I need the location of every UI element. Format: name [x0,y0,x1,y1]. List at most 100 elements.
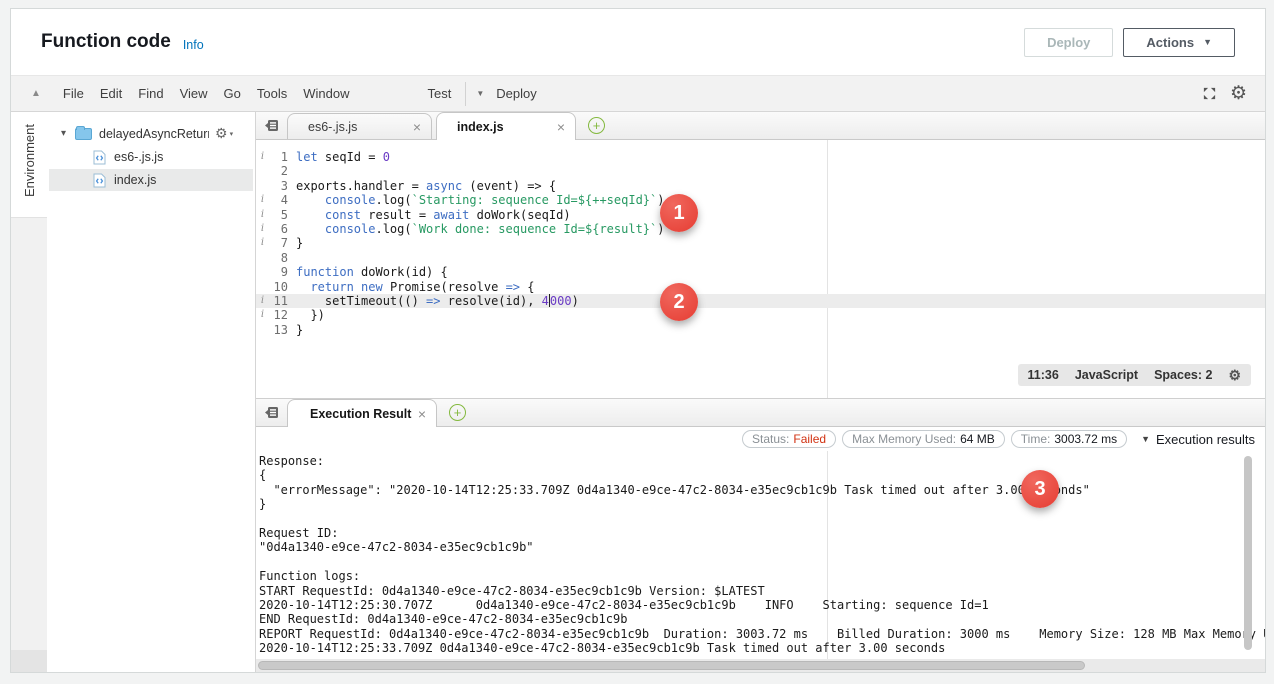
gutter-cell: 9 [256,265,296,279]
panel-toggle[interactable] [11,650,47,672]
code-token [296,280,310,294]
test-dropdown-icon[interactable]: ▼ [472,89,488,98]
menu-item-tools[interactable]: Tools [249,86,295,101]
vertical-scrollbar[interactable] [1244,456,1252,650]
line-number: 12 [269,308,288,322]
menu-item-deploy[interactable]: Deploy [488,86,544,101]
close-tab-icon[interactable]: × [418,406,426,422]
settings-gear-icon[interactable]: ⚙ [1230,84,1247,103]
editor-status-bar: 11:36 JavaScript Spaces: 2 ⚙ [1018,364,1251,386]
close-tab-icon[interactable]: × [413,119,421,135]
actions-button[interactable]: Actions ▼ [1123,28,1235,57]
console-line: 2020-10-14T12:25:33.709Z 0d4a1340-e9ce-4… [259,641,1265,655]
execution-results-label: Execution results [1156,432,1255,447]
code-text: return new Promise(resolve => { [296,280,534,294]
output-section: Execution Result × + Status:FailedMax Me… [256,398,1265,672]
gutter-cell: 10 [256,280,296,294]
menu-right-icons: ⚙ [1202,84,1247,103]
collapse-editor-icon[interactable]: ▲ [31,88,41,99]
code-line-7: i7} [256,236,1265,250]
horizontal-scrollbar-thumb[interactable] [258,661,1085,670]
execution-results-toggle[interactable]: ▼ Execution results [1141,432,1255,447]
code-line-1: i1let seqId = 0 [256,150,1265,164]
gutter-info-icon [256,179,269,193]
console-line: 2020-10-14T12:25:30.707Z 0d4a1340-e9ce-4… [259,598,1265,612]
new-tab-icon[interactable]: + [449,404,466,421]
gutter-info-icon: i [256,222,269,236]
code-token: } [296,236,303,250]
code-token: new [361,280,383,294]
menu-item-view[interactable]: View [172,86,216,101]
tab-list-icon[interactable] [264,119,279,132]
code-token: const [325,208,361,222]
deploy-button[interactable]: Deploy [1024,28,1113,57]
editor-tab-es6-js[interactable]: es6-.js.js × [287,113,432,139]
gutter-cell: 13 [256,323,296,337]
file-name: es6-.js.js [114,150,163,164]
menu-item-window[interactable]: Window [295,86,357,101]
folder-name: delayedAsyncReturn [99,127,209,141]
menu-item-go[interactable]: Go [216,86,249,101]
indent-setting[interactable]: Spaces: 2 [1154,368,1212,382]
gutter-info-icon: i [256,294,269,308]
status-badges: Status:FailedMax Memory Used:64 MBTime:3… [742,430,1127,448]
tree-file-es6-js-js[interactable]: es6-.js.js [49,146,253,168]
fullscreen-icon[interactable] [1202,86,1217,101]
info-link[interactable]: Info [183,38,204,52]
menu-item-edit[interactable]: Edit [92,86,130,101]
badge-status: Status:Failed [742,430,836,448]
gutter-cell: i12 [256,308,296,322]
code-lines: i1let seqId = 023exports.handler = async… [256,150,1265,337]
new-tab-icon[interactable]: + [588,117,605,134]
language-mode[interactable]: JavaScript [1075,368,1138,382]
gutter-info-icon [256,251,269,265]
code-line-3: 3exports.handler = async (event) => { [256,179,1265,193]
file-icon [93,150,106,165]
menu-item-file[interactable]: File [55,86,92,101]
execution-console[interactable]: Response:{ "errorMessage": "2020-10-14T1… [256,451,1265,659]
close-tab-icon[interactable]: × [557,119,565,135]
folder-caret-icon[interactable]: ▾ [61,128,75,139]
gutter-cell: i11 [256,294,296,308]
cursor-position[interactable]: 11:36 [1028,368,1059,382]
line-number: 5 [269,208,288,222]
badge-time: Time:3003.72 ms [1011,430,1127,448]
editor-tab-index-js[interactable]: index.js × [436,112,576,140]
code-token: => [426,294,440,308]
code-text: const result = await doWork(seqId) [296,208,571,222]
environment-tab[interactable]: Environment [11,112,47,218]
code-editor[interactable]: i1let seqId = 023exports.handler = async… [256,140,1265,398]
file-icon [93,173,106,188]
menu-item-test[interactable]: Test [419,86,459,101]
folder-icon [75,128,92,140]
tab-label: es6-.js.js [308,120,357,134]
tree-file-index-js[interactable]: index.js [49,169,253,191]
badge-label: Time: [1021,432,1051,446]
tree-settings-gear-icon[interactable]: ⚙▾ [215,125,233,142]
code-token: doWork(seqId) [469,208,570,222]
code-line-10: 10 return new Promise(resolve => { [256,280,1265,294]
tab-list-icon[interactable] [264,406,279,419]
file-name: index.js [114,173,156,187]
line-number: 10 [269,280,288,294]
ide-main: Environment ▾ delayedAsyncReturn ⚙▾ es6-… [11,112,1265,672]
chevron-down-icon: ▼ [1203,37,1212,47]
code-token: let [296,150,318,164]
editor-settings-gear-icon[interactable]: ⚙ [1228,368,1241,382]
line-number: 8 [269,251,288,265]
gutter-cell: 8 [256,251,296,265]
menu-item-find[interactable]: Find [130,86,171,101]
code-token: console [325,193,376,207]
gutter-cell: 2 [256,164,296,178]
tree-folder-row[interactable]: ▾ delayedAsyncReturn ⚙▾ [47,122,255,145]
code-token: } [296,323,303,337]
gutter-info-icon: i [256,193,269,207]
gutter-info-icon: i [256,150,269,164]
gutter-info-icon: i [256,208,269,222]
badge-value: Failed [793,432,826,446]
horizontal-scrollbar[interactable] [256,659,1265,672]
execution-result-tab[interactable]: Execution Result × [287,399,437,427]
line-number: 1 [269,150,288,164]
page-title: Function code [41,31,171,53]
code-token: console [325,222,376,236]
